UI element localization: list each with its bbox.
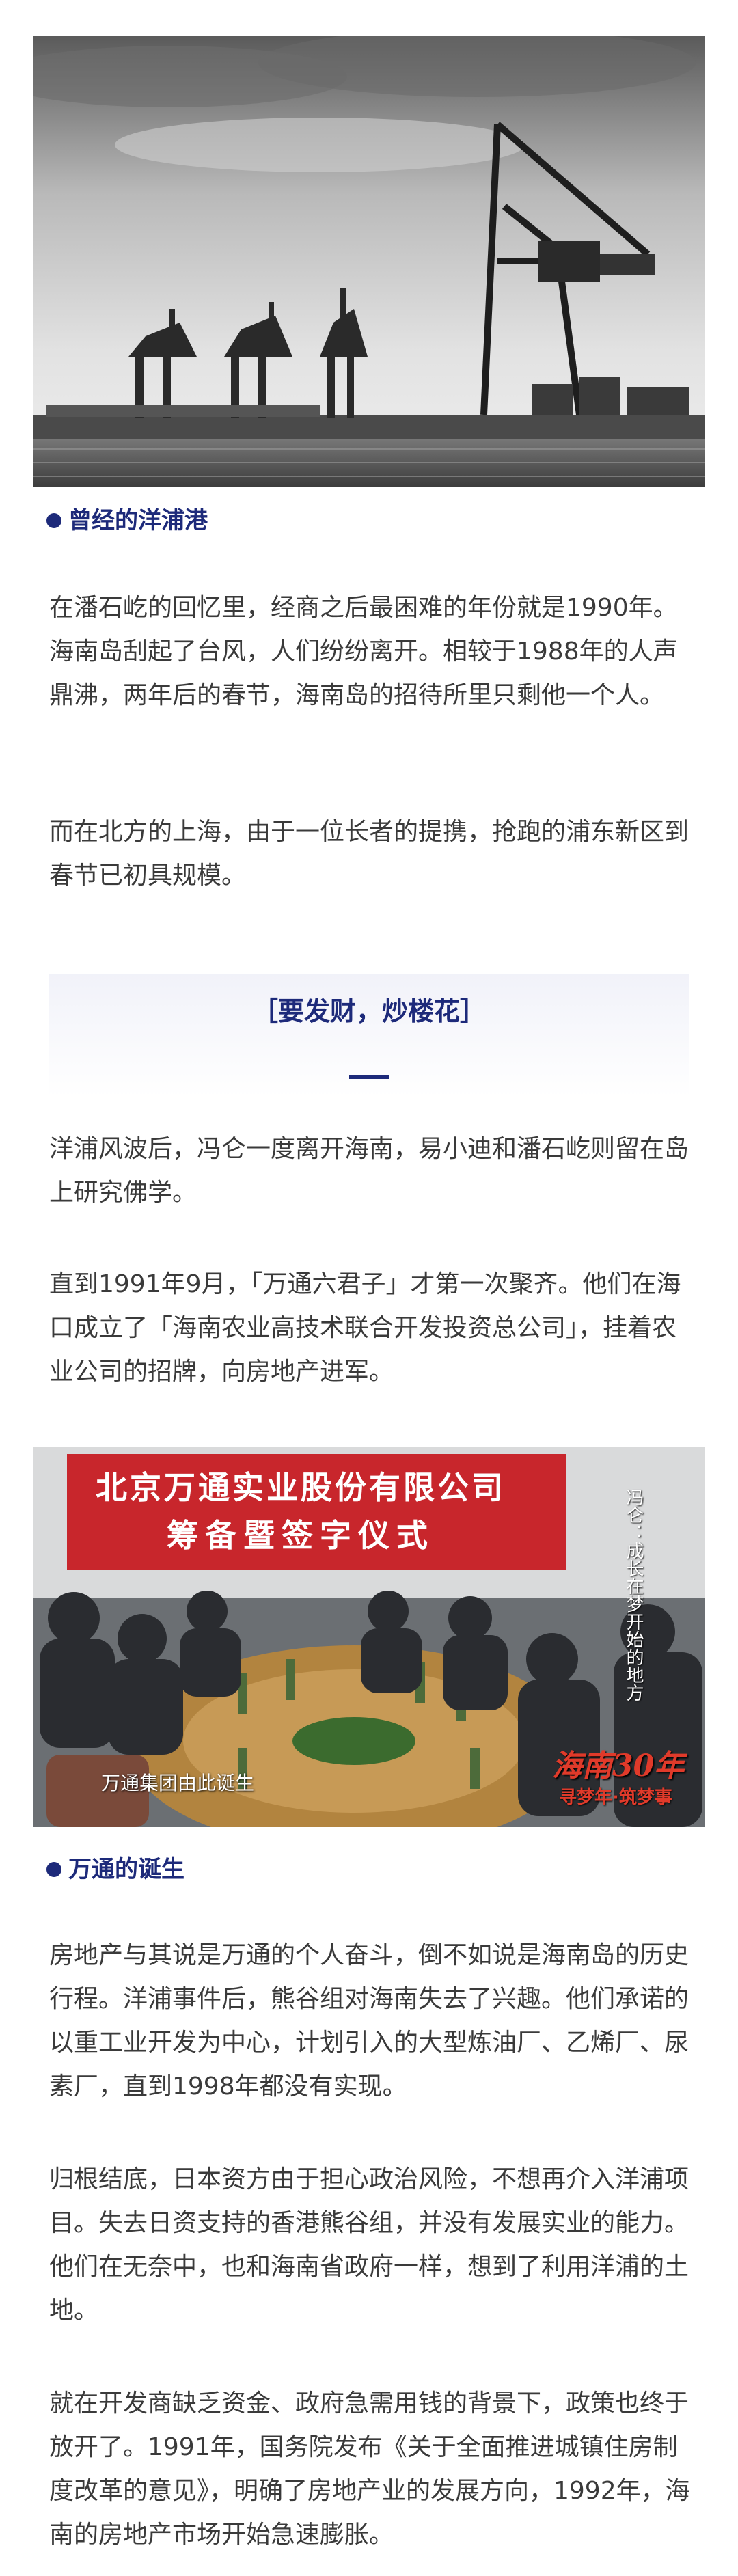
paragraph: 而在北方的上海，由于一位长者的提携，抢跑的浦东新区到春节已初具规模。 (49, 818, 689, 890)
section-title-underline (349, 1075, 389, 1079)
paragraph: 房地产与其说是万通的个人奋斗，倒不如说是海南岛的历史行程。洋浦事件后，熊谷组对海… (49, 1941, 689, 2100)
paragraph: 洋浦风波后，冯仑一度离开海南，易小迪和潘石屹则留在岛上研究佛学。 (49, 1135, 689, 1207)
photo-caption: 万通的诞生 (68, 1856, 184, 1883)
caption-bullet-icon (46, 513, 62, 528)
section-title: ［要发财，炒楼花］ (251, 996, 486, 1026)
banner-line-2: 筹备暨签字仪式 (167, 1517, 435, 1554)
tv-logo: 海南30年 (552, 1749, 685, 1783)
video-subtitle: 万通集团由此诞生 (101, 1772, 255, 1794)
caption-bullet-icon (46, 1862, 62, 1877)
tv-logo-subtitle: 寻梦年·筑梦事 (559, 1787, 672, 1808)
signing-ceremony-photo: 北京万通实业股份有限公司 筹备暨签字仪式 冯仑：成长在梦开始的地方 海南30年 … (33, 1447, 705, 1827)
side-vertical-text: 冯仑：成长在梦开始的地方 (623, 1488, 644, 1701)
port-cranes-image (33, 36, 705, 487)
port-cranes-photo (33, 36, 705, 487)
photo-caption: 曾经的洋浦港 (68, 507, 208, 534)
banner-line-1: 北京万通实业股份有限公司 (96, 1469, 506, 1506)
paragraph: 直到1991年9月，「万通六君子」才第一次聚齐。他们在海口成立了「海南农业高技术… (49, 1270, 681, 1386)
paragraph: 就在开发商缺乏资金、政府急需用钱的背景下，政策也终于放开了。1991年，国务院发… (49, 2389, 690, 2549)
paragraph: 归根结底，日本资方由于担心政治风险，不想再介入洋浦项目。失去日资支持的香港熊谷组… (49, 2165, 689, 2325)
paragraph: 在潘石屹的回忆里，经商之后最困难的年份就是1990年。海南岛刮起了台风，人们纷纷… (49, 594, 678, 709)
